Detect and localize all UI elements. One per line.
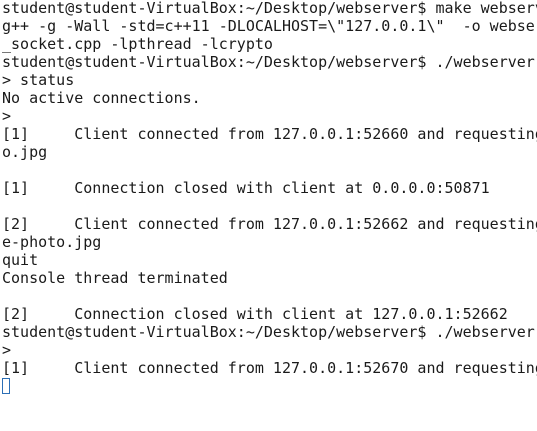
terminal-line: [2] Connection closed with client at 127…: [2, 305, 508, 323]
terminal-line: > status: [2, 71, 75, 89]
terminal-line: g++ -g -Wall -std=c++11 -DLOCALHOST=\"12…: [2, 17, 537, 35]
terminal-line: [1] Client connected from 127.0.0.1:5267…: [2, 359, 537, 377]
terminal-line: [1] Client connected from 127.0.0.1:5266…: [2, 125, 537, 143]
terminal-line: quit: [2, 251, 39, 269]
terminal-line: e-photo.jpg: [2, 233, 102, 251]
terminal-line: _socket.cpp -lpthread -lcrypto: [2, 35, 273, 53]
terminal-line: student@student-VirtualBox:~/Desktop/web…: [2, 0, 537, 17]
text-cursor: [2, 378, 10, 394]
terminal-line: Console thread terminated: [2, 269, 228, 287]
terminal-line: No active connections.: [2, 89, 201, 107]
terminal-line: >: [2, 341, 12, 359]
terminal-line: student@student-VirtualBox:~/Desktop/web…: [2, 323, 535, 341]
terminal-line: [2] Client connected from 127.0.0.1:5266…: [2, 215, 537, 233]
terminal-line: [1] Connection closed with client at 0.0…: [2, 179, 490, 197]
terminal-line: >: [2, 107, 12, 125]
terminal-line: o.jpg: [2, 143, 48, 161]
terminal-window[interactable]: student@student-VirtualBox:~/Desktop/web…: [0, 0, 537, 431]
terminal-line: student@student-VirtualBox:~/Desktop/web…: [2, 53, 535, 71]
